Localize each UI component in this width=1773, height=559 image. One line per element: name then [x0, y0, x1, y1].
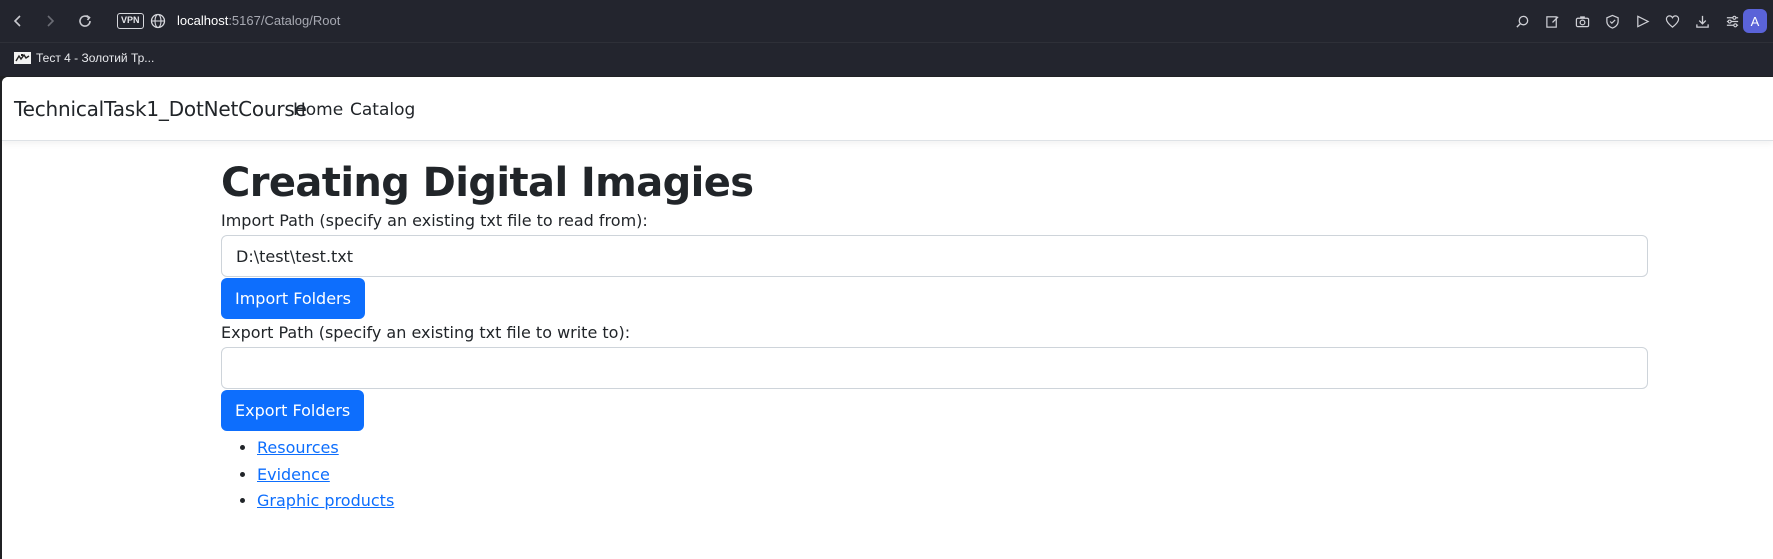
folder-link-resources[interactable]: Resources	[257, 438, 339, 457]
shield-icon[interactable]	[1601, 10, 1623, 32]
bookmark-label: Тест 4 - Золотий Тр...	[36, 51, 155, 65]
toolbar-actions	[1511, 10, 1743, 32]
folder-link-evidence[interactable]: Evidence	[257, 465, 330, 484]
address-bar[interactable]: localhost:5167/Catalog/Root	[177, 13, 340, 28]
list-item: Resources	[257, 435, 1648, 462]
list-item: Graphic products	[257, 488, 1648, 515]
folder-link-graphic-products[interactable]: Graphic products	[257, 491, 394, 510]
import-path-input[interactable]	[221, 235, 1648, 277]
heart-icon[interactable]	[1661, 10, 1683, 32]
bookmarks-bar: Тест 4 - Золотий Тр...	[0, 42, 1773, 76]
camera-icon[interactable]	[1571, 10, 1593, 32]
list-item: Evidence	[257, 462, 1648, 489]
import-folders-button[interactable]: Import Folders	[221, 278, 365, 319]
reload-icon[interactable]	[72, 8, 98, 34]
bookmark-item[interactable]: Тест 4 - Золотий Тр...	[14, 51, 154, 65]
export-folders-button[interactable]: Export Folders	[221, 390, 365, 431]
site-navbar: TechnicalTask1_DotNetCourse Home Catalog	[2, 77, 1773, 141]
export-path-input[interactable]	[221, 347, 1648, 389]
zoom-icon[interactable]	[1511, 10, 1533, 32]
download-icon[interactable]	[1691, 10, 1713, 32]
vpn-badge[interactable]: VPN	[117, 13, 144, 29]
import-path-label: Import Path (specify an existing txt fil…	[221, 211, 648, 230]
settings-sliders-icon[interactable]	[1721, 10, 1743, 32]
url-host: localhost	[177, 13, 229, 28]
globe-icon[interactable]	[150, 13, 166, 29]
forward-icon[interactable]	[37, 8, 63, 34]
main-content: Creating Digital Imagies Import Path (sp…	[221, 159, 1648, 515]
navbar-brand[interactable]: TechnicalTask1_DotNetCourse	[14, 97, 307, 121]
nav-link-home[interactable]: Home	[293, 100, 343, 120]
page-viewport: TechnicalTask1_DotNetCourse Home Catalog…	[2, 77, 1773, 559]
url-path: :5167/Catalog/Root	[228, 13, 341, 28]
send-icon[interactable]	[1631, 10, 1653, 32]
folder-list: Resources Evidence Graphic products	[257, 435, 1648, 515]
nav-link-catalog[interactable]: Catalog	[350, 100, 415, 120]
bookmark-favicon-icon	[14, 52, 31, 64]
page-title: Creating Digital Imagies	[221, 160, 754, 206]
back-icon[interactable]	[5, 8, 31, 34]
browser-toolbar: VPN localhost:5167/Catalog/Root A	[0, 0, 1773, 42]
profile-avatar[interactable]: A	[1743, 9, 1767, 33]
edit-icon[interactable]	[1541, 10, 1563, 32]
export-path-label: Export Path (specify an existing txt fil…	[221, 323, 631, 342]
